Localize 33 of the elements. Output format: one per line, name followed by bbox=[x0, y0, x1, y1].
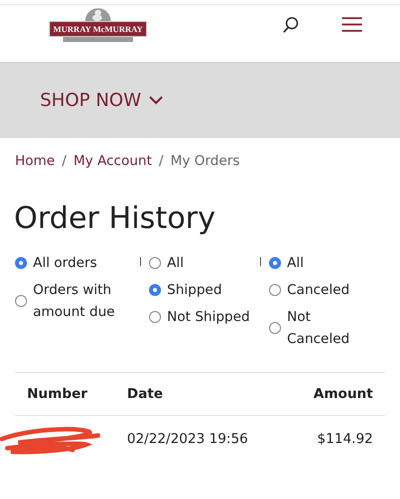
radio-option[interactable]: All bbox=[149, 252, 250, 274]
radio-option[interactable]: Orders with amount due bbox=[15, 279, 119, 323]
radio-button[interactable] bbox=[15, 295, 27, 307]
breadcrumb-separator: / bbox=[158, 153, 164, 169]
column-header: Number bbox=[15, 372, 127, 416]
search-icon[interactable] bbox=[282, 16, 300, 34]
logo[interactable]: MURRAY McMURRAY bbox=[48, 5, 148, 43]
radio-option[interactable]: All bbox=[269, 252, 350, 274]
radio-button[interactable] bbox=[15, 257, 27, 269]
radio-button[interactable] bbox=[269, 322, 281, 334]
radio-option[interactable]: All orders bbox=[15, 252, 119, 274]
breadcrumb-link[interactable]: My Account bbox=[73, 153, 152, 169]
radio-option[interactable]: Not Canceled bbox=[269, 306, 350, 350]
breadcrumb-separator: / bbox=[62, 153, 66, 169]
shop-now-button[interactable]: SHOP NOW bbox=[40, 90, 164, 111]
page-title: Order History bbox=[14, 201, 217, 236]
radio-option[interactable]: Shipped bbox=[149, 279, 250, 301]
logo-text: MURRAY McMURRAY bbox=[49, 21, 147, 37]
radio-option[interactable]: Not Shipped bbox=[149, 306, 250, 328]
table-cell: 02/22/2023 19:56 bbox=[127, 416, 290, 462]
radio-button[interactable] bbox=[149, 311, 161, 323]
chevron-down-icon bbox=[149, 96, 164, 105]
menu-icon[interactable] bbox=[342, 16, 362, 33]
radio-button[interactable] bbox=[149, 284, 161, 296]
breadcrumb-current: My Orders bbox=[170, 153, 240, 169]
column-header: Date bbox=[127, 372, 290, 416]
table-cell: $114.92 bbox=[289, 416, 385, 462]
column-header: Amount bbox=[289, 372, 385, 416]
radio-button[interactable] bbox=[149, 257, 161, 269]
radio-button[interactable] bbox=[269, 257, 281, 269]
breadcrumb-link[interactable]: Home bbox=[15, 153, 55, 169]
radio-option[interactable]: Canceled bbox=[269, 279, 350, 301]
radio-button[interactable] bbox=[269, 284, 281, 296]
